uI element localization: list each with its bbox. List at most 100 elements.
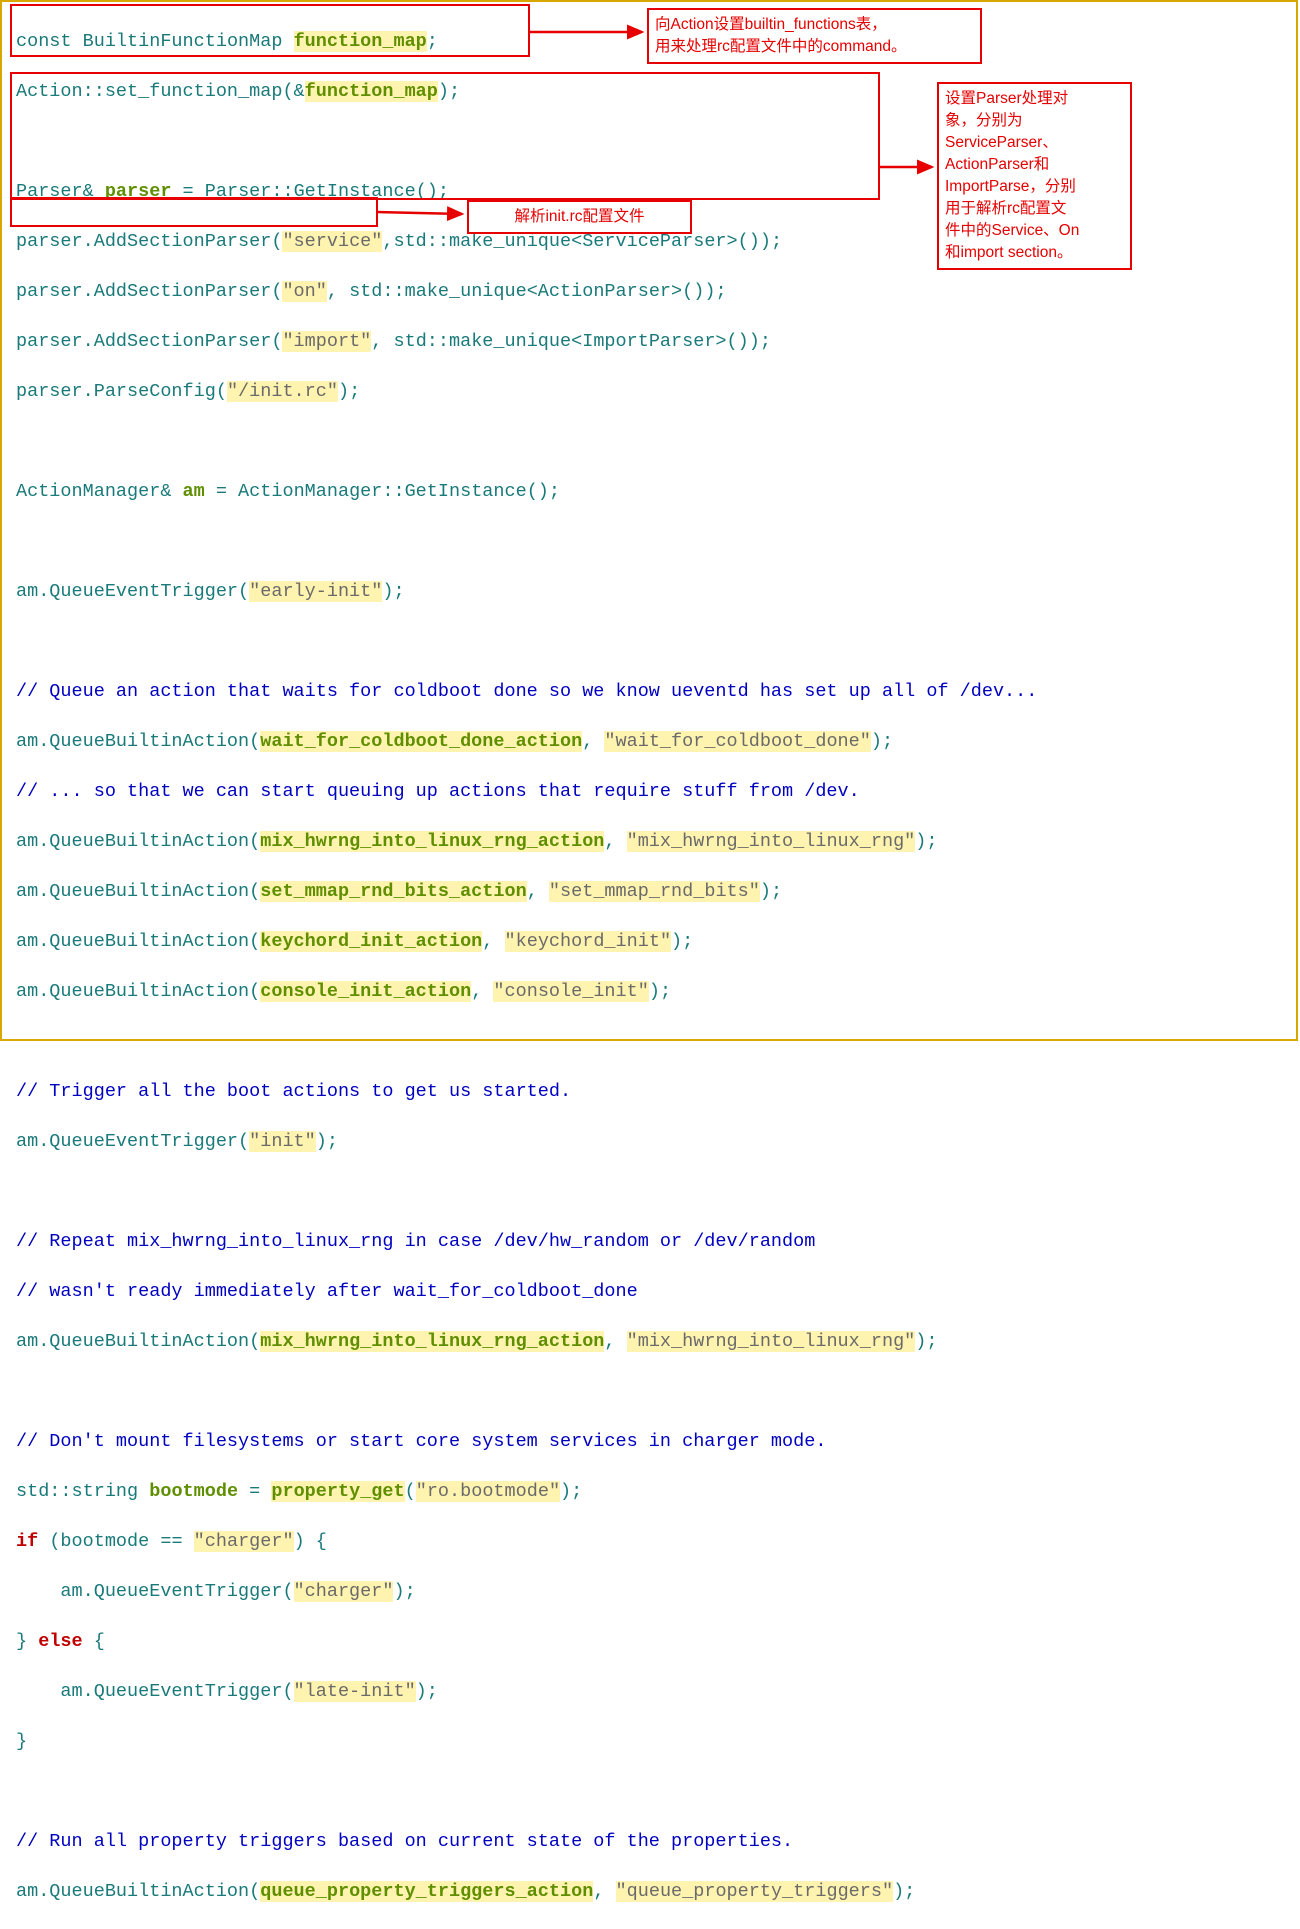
call: Action::set_function_map(& [16,81,305,102]
call: ,std::make_unique<ServiceParser>()); [382,231,782,252]
annotation-text: 象，分别为 [945,110,1124,132]
str: "queue_property_triggers" [616,1881,894,1902]
punct: ); [649,981,671,1002]
punct: , [471,981,493,1002]
call: am.QueueBuiltinAction( [16,981,260,1002]
type-name: BuiltinFunctionMap [72,31,294,52]
str-charger: "charger" [294,1581,394,1602]
fn: property_get [271,1481,404,1502]
str-initrc: "/init.rc" [227,381,338,402]
arg: wait_for_coldboot_done_action [260,731,582,752]
var-parser: parser [105,181,172,202]
call: am.QueueBuiltinAction( [16,1881,260,1902]
str-init: "init" [249,1131,316,1152]
code-block: const BuiltinFunctionMap function_map; A… [4,4,1294,1929]
arg: set_mmap_rnd_bits_action [260,881,526,902]
arg: mix_hwrng_into_linux_rng_action [260,831,604,852]
punct: ); [393,1581,415,1602]
punct: , [582,731,604,752]
punct: ); [915,1331,937,1352]
comment: // wasn't ready immediately after wait_f… [16,1281,638,1302]
call: = Parser::GetInstance(); [171,181,449,202]
call: = ActionManager::GetInstance(); [205,481,560,502]
annotation-text: 解析init.rc配置文件 [514,208,644,225]
call: am.QueueEventTrigger( [16,1581,294,1602]
code-container: const BuiltinFunctionMap function_map; A… [0,0,1298,1041]
str: "mix_hwrng_into_linux_rng" [627,831,916,852]
punct: ) { [294,1531,327,1552]
type: std::string [16,1481,149,1502]
call: am.QueueBuiltinAction( [16,831,260,852]
var-am: am [183,481,205,502]
punct: , [604,1331,626,1352]
arg: keychord_init_action [260,931,482,952]
kw-if: if [16,1531,38,1552]
arg: mix_hwrng_into_linux_rng_action [260,1331,604,1352]
annotation-text: 用于解析rc配置文 [945,198,1124,220]
call: parser.AddSectionParser( [16,331,282,352]
annotation-text: 件中的Service、On [945,220,1124,242]
str-early-init: "early-init" [249,581,382,602]
call: am.QueueEventTrigger( [16,1681,294,1702]
annotation-parser-objects: 设置Parser处理对 象，分别为 ServiceParser、 ActionP… [937,82,1132,270]
annotation-text: 用来处理rc配置文件中的command。 [655,36,974,58]
var-function-map: function_map [305,81,438,102]
annotation-action-functions: 向Action设置builtin_functions表， 用来处理rc配置文件中… [647,8,982,64]
str: "ro.bootmode" [416,1481,560,1502]
var-function-map: function_map [294,31,427,52]
punct: , [527,881,549,902]
annotation-initrc: 解析init.rc配置文件 [467,200,692,234]
type: ActionManager& [16,481,183,502]
str-charger: "charger" [194,1531,294,1552]
comment: // ... so that we can start queuing up a… [16,781,860,802]
punct: , [482,931,504,952]
str: "mix_hwrng_into_linux_rng" [627,1331,916,1352]
punct: ); [915,831,937,852]
str-late-init: "late-init" [294,1681,416,1702]
str: "console_init" [493,981,648,1002]
str: "wait_for_coldboot_done" [604,731,870,752]
annotation-text: ImportParse，分别 [945,176,1124,198]
punct: ); [560,1481,582,1502]
annotation-text: 和import section。 [945,242,1124,264]
var-bootmode: bootmode [149,1481,238,1502]
punct: = [238,1481,271,1502]
brace: } [16,1631,38,1652]
punct: ); [338,381,360,402]
call: , std::make_unique<ActionParser>()); [327,281,727,302]
punct: ; [427,31,438,52]
call: am.QueueEventTrigger( [16,581,249,602]
annotation-text: 向Action设置builtin_functions表， [655,14,974,36]
kw-else: else [38,1631,82,1652]
punct: ); [316,1131,338,1152]
arg: console_init_action [260,981,471,1002]
str-on: "on" [282,281,326,302]
call: am.QueueBuiltinAction( [16,881,260,902]
comment: // Don't mount filesystems or start core… [16,1431,826,1452]
comment: // Repeat mix_hwrng_into_linux_rng in ca… [16,1231,815,1252]
str: "set_mmap_rnd_bits" [549,881,760,902]
brace: { [83,1631,105,1652]
brace: } [16,1731,27,1752]
type: Parser& [16,181,105,202]
punct: ( [405,1481,416,1502]
punct: , [604,831,626,852]
comment: // Run all property triggers based on cu… [16,1831,793,1852]
call: , std::make_unique<ImportParser>()); [371,331,771,352]
keyword-const: const [16,31,72,52]
arg: queue_property_triggers_action [260,1881,593,1902]
punct: ); [760,881,782,902]
annotation-text: ServiceParser、 [945,132,1124,154]
punct: ); [871,731,893,752]
punct: , [593,1881,615,1902]
punct: ); [893,1881,915,1902]
call: am.QueueBuiltinAction( [16,731,260,752]
call: parser.AddSectionParser( [16,231,282,252]
punct: ); [438,81,460,102]
punct: ); [671,931,693,952]
comment: // Trigger all the boot actions to get u… [16,1081,571,1102]
call: am.QueueEventTrigger( [16,1131,249,1152]
annotation-text: 设置Parser处理对 [945,88,1124,110]
annotation-text: ActionParser和 [945,154,1124,176]
comment: // Queue an action that waits for coldbo… [16,681,1037,702]
